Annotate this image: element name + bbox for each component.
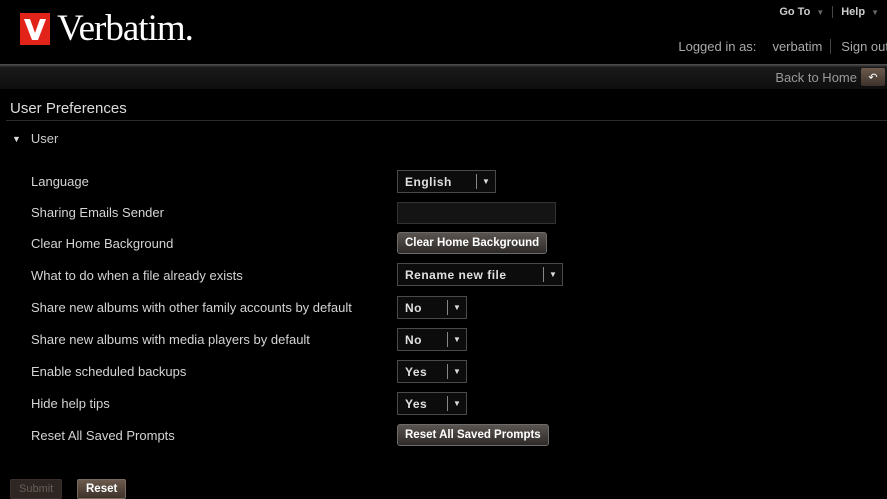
hide-help-tips-value: Yes [405,396,428,411]
chevron-down-icon: ▼ [453,367,461,376]
verbatim-v-logo-icon [20,13,50,45]
help-menu-label: Help [841,6,866,18]
file-exists-value: Rename new file [405,267,507,282]
language-select[interactable]: English ▼ [397,170,496,193]
chevron-down-icon: ▼ [549,270,557,279]
sharing-emails-sender-label: Sharing Emails Sender [31,205,164,220]
header: Verbatim. Go To ▼ Help ▼ Logged in as: v… [0,0,887,64]
page-title: User Preferences [10,100,127,117]
goto-menu[interactable]: Go To ▼ [771,6,832,18]
triangle-down-icon: ▼ [12,133,21,144]
sharing-emails-sender-input[interactable] [397,202,556,224]
scheduled-backups-value: Yes [405,364,428,379]
hide-help-tips-label: Hide help tips [31,396,110,411]
goto-menu-label: Go To [779,6,811,18]
section-title: User [30,131,59,146]
submit-button[interactable]: Submit [10,479,63,499]
back-to-home-button[interactable]: ↶ [861,68,885,86]
share-family-select[interactable]: No ▼ [397,296,467,319]
verbatim-logo[interactable]: Verbatim. [20,8,194,49]
chevron-down-icon: ▼ [482,177,490,186]
reset-button[interactable]: Reset [77,479,127,499]
file-exists-select[interactable]: Rename new file ▼ [397,263,563,286]
chevron-down-icon: ▼ [453,303,461,312]
logged-in-label: Logged in as: [678,39,757,54]
section-toggle-user[interactable]: ▼ User [12,131,58,146]
scheduled-backups-label: Enable scheduled backups [31,364,187,379]
scheduled-backups-select[interactable]: Yes ▼ [397,360,467,383]
language-value: English [405,174,452,189]
share-media-players-label: Share new albums with media players by d… [31,332,310,347]
language-label: Language [31,174,89,189]
sign-out-link[interactable]: Sign out [830,39,887,54]
chevron-down-icon: ▼ [453,399,461,408]
title-divider [6,120,887,121]
share-media-players-value: No [405,332,422,347]
share-family-value: No [405,300,422,315]
top-navigation: Go To ▼ Help ▼ [771,6,887,18]
clear-home-background-button[interactable]: Clear Home Background [397,232,548,254]
back-arrow-icon: ↶ [868,71,878,84]
hide-help-tips-select[interactable]: Yes ▼ [397,392,467,415]
chevron-down-icon: ▼ [453,335,461,344]
share-media-players-select[interactable]: No ▼ [397,328,467,351]
help-menu[interactable]: Help ▼ [832,6,887,18]
clear-home-background-label: Clear Home Background [31,236,174,251]
chevron-down-icon: ▼ [816,7,825,17]
breadcrumb-bar: Back to Home ↶ [0,67,887,89]
user-info: Logged in as: verbatim Sign out [670,39,887,54]
back-to-home-link[interactable]: Back to Home [775,70,857,85]
chevron-down-icon: ▼ [871,7,879,17]
logo-wordmark: Verbatim. [57,8,194,49]
username: verbatim [772,39,823,54]
reset-all-saved-prompts-button[interactable]: Reset All Saved Prompts [397,424,549,446]
share-family-label: Share new albums with other family accou… [31,300,352,315]
reset-prompts-label: Reset All Saved Prompts [31,428,175,443]
file-exists-label: What to do when a file already exists [31,268,243,283]
